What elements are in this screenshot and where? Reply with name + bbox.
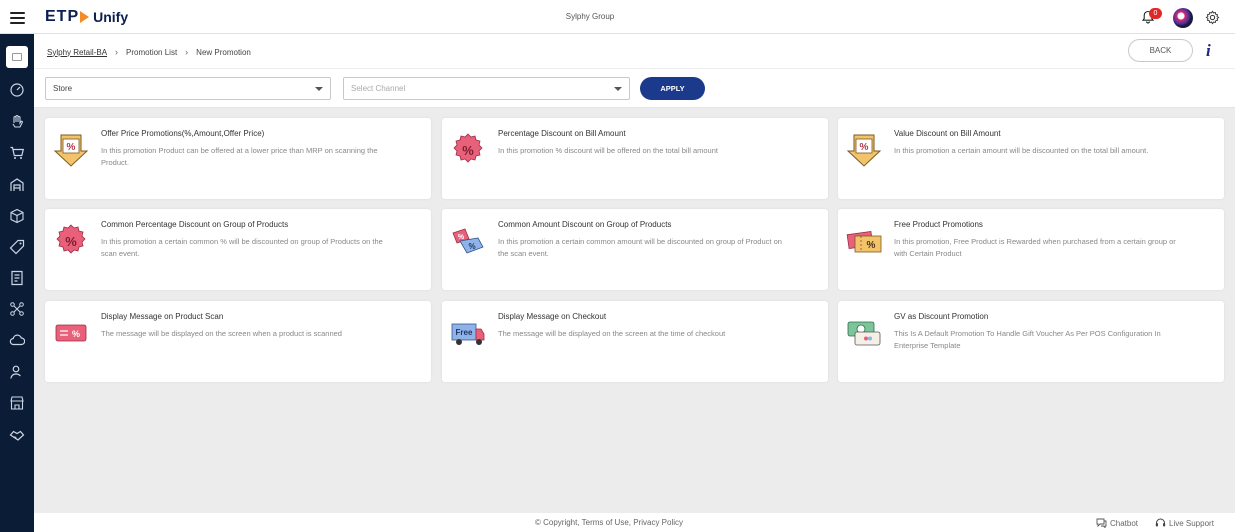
receipt-icon[interactable]	[9, 270, 25, 286]
top-bar: ETP Unify Sylphy Group 0	[0, 0, 1235, 34]
chatbot-label: Chatbot	[1110, 518, 1139, 528]
tag-icon[interactable]	[9, 239, 25, 255]
promotion-card-common-amount[interactable]: % % Common Amount Discount on Group of P…	[442, 209, 828, 290]
chevron-right-icon: ›	[115, 47, 119, 57]
live-support-link[interactable]: Live Support	[1155, 518, 1214, 528]
promotion-card-message-checkout[interactable]: Free Display Message on Checkout The mes…	[442, 301, 828, 382]
sidebar-home-icon[interactable]	[6, 46, 28, 68]
promotion-title: Percentage Discount on Bill Amount	[498, 129, 626, 138]
box-icon[interactable]	[9, 208, 25, 224]
breadcrumb-bar: Sylphy Retail-BA › Promotion List › New …	[34, 34, 1235, 68]
dashboard-icon[interactable]	[9, 82, 25, 98]
handshake-icon[interactable]	[9, 427, 25, 443]
brand-main: ETP	[45, 8, 80, 25]
live-support-label: Live Support	[1169, 518, 1214, 528]
percent-arrow-down-icon: %	[846, 134, 882, 167]
store-icon[interactable]	[9, 395, 25, 411]
cart-icon[interactable]	[9, 145, 25, 161]
breadcrumb-current: New Promotion	[196, 47, 251, 57]
user-icon[interactable]	[9, 364, 25, 380]
promotion-description: This Is A Default Promotion To Handle Gi…	[894, 329, 1161, 350]
breadcrumb-retail[interactable]: Sylphy Retail-BA	[47, 48, 107, 57]
brand-arrow-icon	[80, 11, 90, 23]
chatbot-link[interactable]: Chatbot	[1096, 518, 1138, 528]
hamburger-menu-icon[interactable]	[10, 12, 25, 24]
promotion-description: In this promotion a certain amount will …	[894, 146, 1149, 155]
cloud-icon[interactable]	[9, 332, 25, 348]
channel-select-placeholder: Select Channel	[351, 84, 406, 93]
promotion-title: Common Amount Discount on Group of Produ…	[498, 220, 672, 229]
promotion-card-common-percentage[interactable]: % Common Percentage Discount on Group of…	[45, 209, 431, 290]
brand-logo[interactable]: ETP Unify	[45, 8, 128, 26]
promotion-card-gift-voucher[interactable]: GV as Discount Promotion This Is A Defau…	[838, 301, 1224, 382]
promotion-title: GV as Discount Promotion	[894, 312, 989, 321]
store-select-value: Store	[53, 84, 73, 93]
info-icon[interactable]: i	[1206, 41, 1211, 61]
percent-arrow-down-icon: %	[53, 134, 89, 167]
promotion-card-free-product[interactable]: % Free Product Promotions In this promot…	[838, 209, 1224, 290]
channel-select[interactable]: Select Channel	[343, 77, 630, 100]
message-card-icon: %	[55, 324, 87, 342]
icon-percent-text: %	[67, 142, 76, 153]
warehouse-icon[interactable]	[9, 177, 25, 193]
hand-icon[interactable]	[9, 114, 25, 130]
promotion-description: In this promotion a certain common amoun…	[498, 237, 782, 258]
free-truck-icon: Free	[451, 323, 485, 345]
icon-percent-text: %	[72, 329, 80, 339]
caret-down-icon	[315, 87, 323, 91]
coupon-ticket-icon: %	[846, 230, 882, 253]
headset-icon	[1155, 518, 1166, 527]
footer-copyright-links[interactable]: © Copyright, Terms of Use, Privacy Polic…	[535, 518, 683, 527]
chevron-right-icon: ›	[185, 47, 189, 57]
promotion-description: The message will be displayed on the scr…	[101, 329, 342, 338]
notification-badge: 0	[1149, 8, 1162, 19]
network-icon[interactable]	[9, 301, 25, 317]
icon-percent-text: %	[458, 234, 465, 241]
percent-badge-icon: %	[453, 133, 483, 163]
brand-sub: Unify	[93, 9, 129, 25]
promotion-title: Free Product Promotions	[894, 220, 983, 229]
icon-free-text: Free	[456, 328, 473, 337]
chat-icon	[1096, 518, 1107, 528]
back-button[interactable]: BACK	[1128, 39, 1193, 62]
promotion-card-offer-price[interactable]: % Offer Price Promotions(%,Amount,Offer …	[45, 118, 431, 199]
promotion-description: In this promotion a certain common % wil…	[101, 237, 383, 258]
promotion-description: In this promotion % discount will be off…	[498, 146, 718, 155]
promotion-title: Value Discount on Bill Amount	[894, 129, 1001, 138]
promotion-card-percentage-bill[interactable]: % Percentage Discount on Bill Amount In …	[442, 118, 828, 199]
promotion-title: Display Message on Checkout	[498, 312, 607, 321]
promotion-title: Offer Price Promotions(%,Amount,Offer Pr…	[101, 129, 265, 138]
gear-icon[interactable]	[1205, 10, 1220, 25]
promotion-title: Common Percentage Discount on Group of P…	[101, 220, 289, 229]
apply-button[interactable]: APPLY	[640, 77, 705, 100]
breadcrumb-promotion-list[interactable]: Promotion List	[126, 48, 177, 57]
icon-percent-text: %	[860, 142, 869, 153]
icon-percent-text: %	[65, 234, 77, 249]
caret-down-icon	[614, 87, 622, 91]
sidebar	[0, 34, 34, 532]
percent-badge-icon: %	[56, 224, 86, 254]
discount-tags-icon: % %	[452, 228, 484, 254]
icon-percent-text: %	[468, 242, 475, 251]
icon-percent-text: %	[462, 143, 474, 158]
filter-bar: Store Select Channel APPLY	[34, 68, 1235, 108]
gift-voucher-icon	[847, 321, 881, 346]
breadcrumb: Sylphy Retail-BA › Promotion List › New …	[47, 47, 251, 57]
store-select[interactable]: Store	[45, 77, 331, 100]
promotion-title: Display Message on Product Scan	[101, 312, 224, 321]
org-name: Sylphy Group	[565, 12, 615, 21]
promotion-card-value-bill[interactable]: % Value Discount on Bill Amount In this …	[838, 118, 1224, 199]
icon-percent-text: %	[867, 240, 876, 251]
footer: © Copyright, Terms of Use, Privacy Polic…	[34, 513, 1235, 532]
user-avatar[interactable]	[1173, 8, 1193, 28]
promotion-description: In this promotion Product can be offered…	[101, 146, 378, 167]
promotion-card-message-scan[interactable]: % Display Message on Product Scan The me…	[45, 301, 431, 382]
promotion-description: The message will be displayed on the scr…	[498, 329, 726, 338]
promotion-description: In this promotion, Free Product is Rewar…	[894, 237, 1176, 258]
